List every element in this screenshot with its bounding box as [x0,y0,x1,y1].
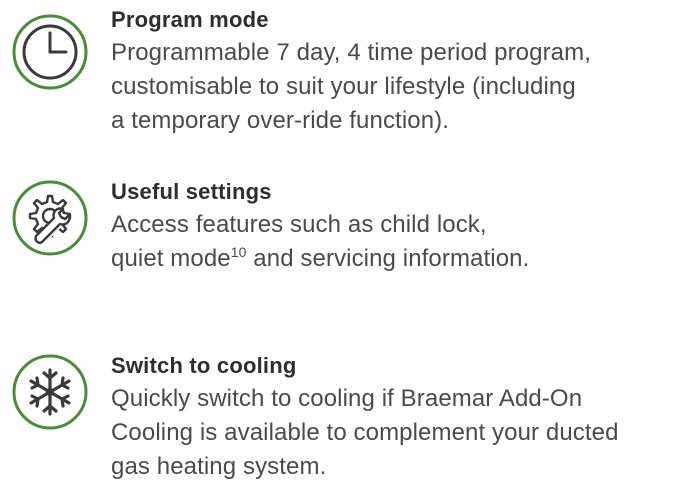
description-line: Cooling is available to complement your … [111,419,619,446]
feature-title: Program mode [111,7,269,32]
description-text: and servicing information. [246,245,530,272]
feature-title: Switch to cooling [111,353,297,378]
gear-wrench-icon [10,178,90,258]
description-line: Access features such as child lock, [111,211,487,238]
feature-text: Useful settings Access features such as … [111,178,671,276]
feature-title: Useful settings [111,179,272,204]
feature-description: Quickly switch to cooling if Braemar Add… [111,382,671,484]
description-text: quiet mode [111,245,231,272]
snowflake-icon [10,352,90,432]
feature-description: Programmable 7 day, 4 time period progra… [111,36,671,138]
description-line: a temporary over-ride function). [111,107,450,134]
clock-icon [10,12,90,92]
description-line: Quickly switch to cooling if Braemar Add… [111,385,583,412]
description-line: quiet mode10 and servicing information. [111,242,671,276]
footnote-reference: 10 [230,244,247,260]
feature-text: Switch to cooling Quickly switch to cool… [111,352,671,484]
feature-text: Program mode Programmable 7 day, 4 time … [111,6,671,138]
description-line: Programmable 7 day, 4 time period progra… [111,39,591,66]
description-line: gas heating system. [111,453,327,480]
feature-description: Access features such as child lock, quie… [111,208,671,276]
description-line: customisable to suit your lifestyle (inc… [111,73,576,100]
